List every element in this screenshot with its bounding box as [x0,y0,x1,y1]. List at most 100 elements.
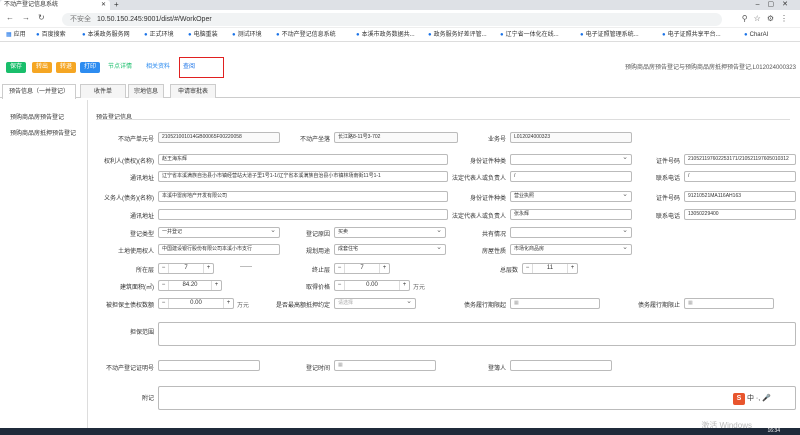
increment-icon[interactable]: + [203,264,213,273]
obligor-legal-rep-label: 法定代表人或负责人 [451,214,506,220]
sidebar-item-mortgage[interactable]: 预购商品房抵押预告登记 [10,128,76,137]
reg-time-field[interactable]: ▦ [334,360,436,371]
tab-preannouncement[interactable]: 预告信息（一并登记） [2,84,76,99]
bookmark[interactable]: ▦ 应用 [6,28,26,41]
obligee-label: 权利人(债权)(名称) [104,159,154,165]
id-type-label: 身份证件种类 [469,159,506,165]
bookmark[interactable]: ● 电子证照共享平台... [662,28,721,41]
bookmark[interactable]: ● 正式环境 [144,28,174,41]
end-floor-stepper[interactable]: − 7 + [334,263,390,274]
max-mortgage-placeholder: 请选择 [338,300,354,306]
decrement-icon[interactable]: − [159,299,169,308]
increment-icon[interactable]: + [379,264,389,273]
unit-no-field[interactable]: 210521001014GB00065F00220058 [158,132,280,143]
reg-type-select[interactable]: 一并登记 [158,227,280,238]
obligor-field[interactable]: 本溪中雷房地产开发有限公司 [158,191,448,202]
query-button[interactable]: 查阅 [183,62,195,73]
sidebar-item-presale[interactable]: 预购商品房预告登记 [10,112,64,121]
obligee-field[interactable]: 赵王海东辉 [158,154,448,165]
bookmark[interactable]: ● 测试环境 [232,28,262,41]
tab-land-info[interactable]: 宗地信息 [128,84,164,98]
scope-textarea[interactable] [158,322,796,346]
obligor-id-no-field[interactable]: 91210521MA116AH163 [684,191,796,202]
remarks-textarea[interactable] [158,386,796,410]
obligor-legal-rep-field[interactable]: 张永辉 [510,209,632,220]
save-button[interactable]: 保存 [6,62,26,73]
back-icon[interactable]: ← [6,13,14,22]
obligor-address-field[interactable] [158,209,448,220]
bookmark[interactable]: ● 政务服务好差评管... [428,28,487,41]
id-type-select[interactable] [510,154,632,165]
registrar-field[interactable] [510,360,612,371]
obligor-id-type-select[interactable]: 营业执照 [510,191,632,202]
obligor-id-type-label: 身份证件种类 [469,196,506,202]
phone-field[interactable]: / [684,171,796,182]
location-field[interactable]: 长江路8-11号3-702 [334,132,458,143]
tab-title: 不动产登记信息系统 [4,2,59,8]
planned-use-select[interactable]: 成套住宅 [334,244,446,255]
decrement-icon[interactable]: − [335,264,345,273]
area-stepper[interactable]: − 84.20 + [158,280,222,291]
close-tab-icon[interactable]: ✕ [101,0,106,10]
validation-detail-button[interactable]: 节点详情 [108,62,132,73]
increment-icon[interactable]: + [211,281,221,290]
reg-reason-select[interactable]: 买卖 [334,227,446,238]
forward-icon[interactable]: → [22,13,30,22]
address-field[interactable]: 辽宁省本溪满族自治县小市镇经营站大道子里1号1-1/辽宁省本溪满族自治县小市镇林… [158,171,448,182]
bookmark[interactable]: ● 不动产登记信息系统 [276,28,336,41]
share-select[interactable] [510,227,632,238]
total-floors-stepper[interactable]: − 11 + [522,263,578,274]
legal-rep-field[interactable]: / [510,171,632,182]
debt-end-date[interactable]: ▦ [684,298,774,309]
forward-button[interactable]: 转出 [32,62,52,73]
house-nature-select[interactable]: 市场化商品房 [510,244,632,255]
ime-toolbar[interactable]: S 中 ·, 🎤 [733,393,793,405]
guarantee-stepper[interactable]: − 0.00 + [158,298,234,309]
tab-receipt[interactable]: 收件单 [80,84,126,98]
new-tab-icon[interactable]: + [114,0,119,10]
bookmark[interactable]: ● 电子证照管理系统... [580,28,639,41]
increment-icon[interactable]: + [399,281,409,290]
browser-tab[interactable]: 不动产登记信息系统 ✕ [0,0,110,10]
tab-approval[interactable]: 申请审批表 [170,84,216,98]
area-label: 建筑面积(㎡) [120,285,154,291]
related-materials-button[interactable]: 相关资料 [146,62,170,73]
id-no-field[interactable]: 210521197602253171/210521197605010312 [684,154,796,165]
url-input[interactable]: 不安全 10.50.150.245:9001/dist/#/WorkOper [62,13,722,26]
reg-reason-label: 登记原因 [305,232,330,238]
bookmark[interactable]: ● CharAI [744,28,768,41]
decrement-icon[interactable]: − [159,281,169,290]
browser-actions[interactable]: ⚲☆⚙⋮ [742,14,794,23]
legal-rep-label: 法定代表人或负责人 [451,176,506,182]
floor-dash: —— [240,264,252,270]
business-no-field[interactable]: L012024000323 [510,132,632,143]
bookmark[interactable]: ● 电脑重装 [188,28,218,41]
return-button[interactable]: 转退 [56,62,76,73]
bookmark[interactable]: ● 辽宁省一体化在线... [500,28,559,41]
print-button[interactable]: 打印 [80,62,100,73]
price-unit: 万元 [413,285,426,291]
land-user-label: 土地使用权人 [117,249,154,255]
bookmark[interactable]: ● 本溪市政务数据共... [356,28,415,41]
bookmark[interactable]: ● 百度搜索 [36,28,66,41]
registrar-label: 登簿人 [487,366,506,372]
section-divider [100,119,790,120]
decrement-icon[interactable]: − [523,264,533,273]
total-floors-label: 总层数 [499,268,518,274]
bookmark[interactable]: ● 本溪政务服务网 [82,28,130,41]
obligor-phone-field[interactable]: 13050229400 [684,209,796,220]
decrement-icon[interactable]: − [159,264,169,273]
cert-no-field[interactable] [158,360,260,371]
price-stepper[interactable]: − 0.00 + [334,280,410,291]
reload-icon[interactable]: ↻ [38,13,45,22]
calendar-icon: ▦ [514,300,519,306]
decrement-icon[interactable]: − [335,281,345,290]
window-controls[interactable]: –▢✕ [756,0,796,10]
increment-icon[interactable]: + [567,264,577,273]
floor-stepper[interactable]: − 7 + [158,263,214,274]
land-user-field[interactable]: 中国建设银行股份有限公司本溪小市支行 [158,244,280,255]
increment-icon[interactable]: + [223,299,233,308]
total-floors-value: 11 [546,265,554,271]
debt-start-date[interactable]: ▦ [510,298,600,309]
max-mortgage-select[interactable]: 请选择 [334,298,416,309]
